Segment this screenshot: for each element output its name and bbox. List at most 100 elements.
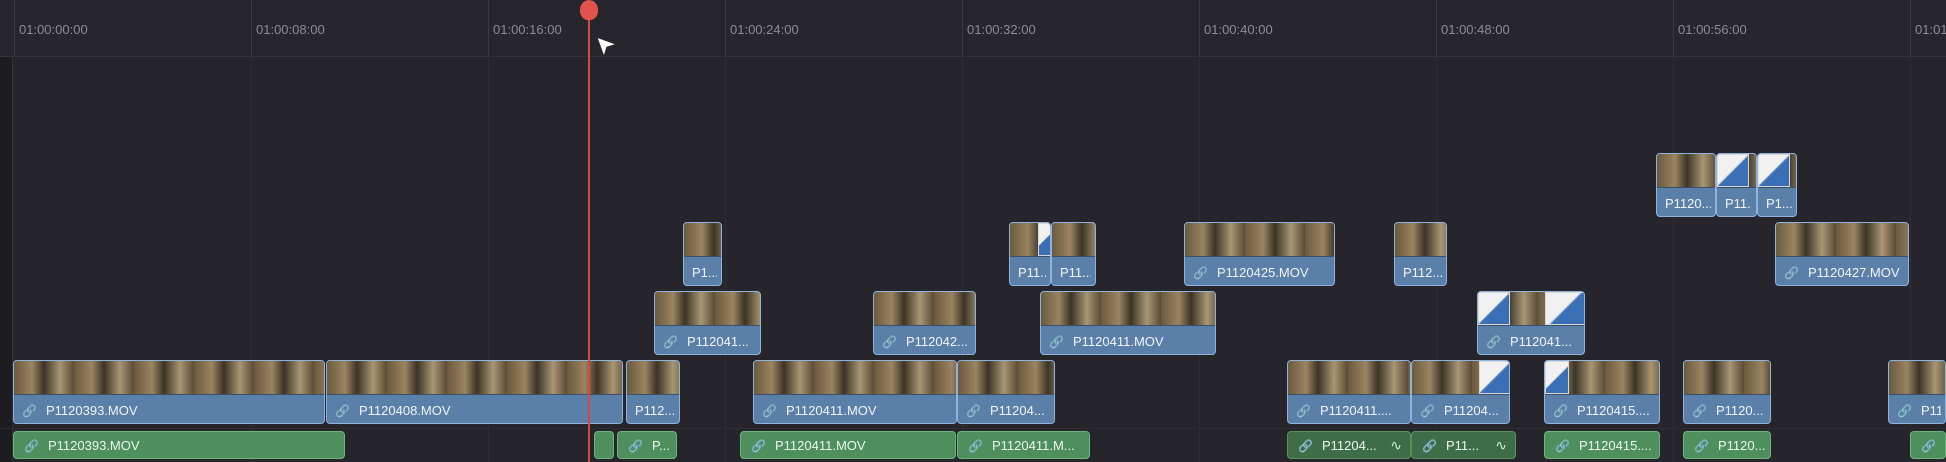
clip-label: P112...: [1403, 265, 1442, 280]
clip-thumbnails: [754, 361, 956, 395]
video-clip[interactable]: 🔗 P112041...: [654, 291, 761, 355]
clip-label: 🔗 P112042...: [882, 334, 971, 349]
link-icon: 🔗: [335, 404, 350, 418]
video-clip[interactable]: 🔗 P112042...: [873, 291, 976, 355]
audio-clip-name: P1120411.MOV: [775, 438, 866, 453]
clip-name: P1120...: [1716, 403, 1764, 418]
audio-clip[interactable]: 🔗 P1120415....: [1544, 431, 1660, 459]
ruler-timecode: 01:00:48:00: [1441, 22, 1510, 37]
playhead-handle[interactable]: [580, 0, 598, 20]
audio-clip[interactable]: [594, 431, 614, 459]
ruler-major-tick: [251, 0, 252, 56]
audio-track-separator: [0, 428, 1946, 429]
clip-thumbnails: [327, 361, 622, 395]
clip-thumbnails: [1684, 361, 1770, 395]
link-icon: 🔗: [1921, 439, 1936, 453]
audio-clip-name: P11...: [1446, 438, 1480, 453]
clip-name: P11...: [1921, 403, 1941, 418]
ruler-timecode: 01:00:56:00: [1678, 22, 1747, 37]
video-clip[interactable]: 🔗 P1120427.MOV: [1775, 222, 1909, 286]
clip-thumbnails: [1288, 361, 1410, 395]
clip-thumbnails: [1185, 223, 1334, 257]
link-icon: 🔗: [22, 404, 37, 418]
clip-thumbnails: [627, 361, 679, 395]
video-clip[interactable]: P1...: [683, 222, 722, 286]
video-clip[interactable]: P1...: [1757, 153, 1797, 217]
audio-clip[interactable]: 🔗 P11204... ∿: [1287, 431, 1411, 459]
video-clip[interactable]: P112...: [1394, 222, 1447, 286]
video-clip[interactable]: P1120...: [1656, 153, 1716, 217]
clip-label: 🔗 P112041...: [663, 334, 756, 349]
audio-clip-label: 🔗: [1921, 438, 1941, 453]
clip-thumbnails: [1395, 223, 1446, 257]
ruler-timecode: 01:01: [1915, 22, 1946, 37]
video-clip[interactable]: 🔗 P11204...: [1411, 360, 1510, 424]
transition-icon[interactable]: [1545, 292, 1584, 325]
transition-icon[interactable]: [1758, 154, 1790, 187]
ruler-timecode: 01:00:24:00: [730, 22, 799, 37]
video-clip[interactable]: 🔗 P1120411.MOV: [753, 360, 957, 424]
video-clip[interactable]: 🔗 P112041...: [1477, 291, 1585, 355]
clip-label: 🔗 P1120411.MOV: [762, 403, 952, 418]
audio-clip[interactable]: 🔗 P11... ∿: [1411, 431, 1516, 459]
video-clip[interactable]: 🔗 P1120411.MOV: [1040, 291, 1216, 355]
link-icon: 🔗: [1555, 439, 1570, 453]
audio-clip[interactable]: 🔗 P1120411.M...: [957, 431, 1090, 459]
transition-icon[interactable]: [1479, 361, 1509, 394]
link-icon: 🔗: [762, 404, 777, 418]
video-clip[interactable]: 🔗 P1120408.MOV: [326, 360, 623, 424]
video-clip[interactable]: 🔗 P1120415....: [1544, 360, 1660, 424]
video-clip[interactable]: 🔗 P11...: [1888, 360, 1946, 424]
clip-label: P11...: [1725, 196, 1752, 211]
clip-name: P112041...: [1510, 334, 1572, 349]
timeline[interactable]: 01:00:00:00 01:00:08:00 01:00:16:00 01:0…: [0, 0, 1946, 462]
ruler-timecode: 01:00:16:00: [493, 22, 562, 37]
video-clip[interactable]: P11...: [1051, 222, 1096, 286]
grid-line: [1673, 56, 1674, 462]
link-icon: 🔗: [1420, 404, 1435, 418]
link-icon: 🔗: [1422, 439, 1437, 453]
link-icon: 🔗: [1784, 266, 1799, 280]
link-icon: 🔗: [1049, 335, 1064, 349]
ruler-major-tick: [1673, 0, 1674, 56]
clip-name: P1120425.MOV: [1217, 265, 1309, 280]
link-icon: 🔗: [966, 404, 981, 418]
audio-clip[interactable]: 🔗 P1120393.MOV: [13, 431, 345, 459]
playhead-line[interactable]: [588, 10, 590, 462]
audio-clip[interactable]: 🔗 P1120411.MOV: [740, 431, 956, 459]
audio-clip-label: 🔗 P1120411.M...: [968, 438, 1085, 453]
timecode-ruler[interactable]: 01:00:00:00 01:00:08:00 01:00:16:00 01:0…: [0, 0, 1946, 57]
video-clip[interactable]: 🔗 P1120393.MOV: [13, 360, 325, 424]
transition-icon[interactable]: [1545, 361, 1569, 394]
transition-icon[interactable]: [1038, 223, 1050, 256]
clip-label: 🔗 P1120411.MOV: [1049, 334, 1211, 349]
transition-icon[interactable]: [1478, 292, 1510, 325]
clip-name: P1120393.MOV: [46, 403, 138, 418]
clip-label: P112...: [635, 403, 675, 418]
video-clip[interactable]: 🔗 P1120...: [1683, 360, 1771, 424]
audio-clip-label: 🔗 P1120...: [1694, 438, 1766, 453]
ruler-major-tick: [14, 0, 15, 56]
video-clip[interactable]: 🔗 P11204...: [957, 360, 1055, 424]
clip-thumbnails: [958, 361, 1054, 395]
audio-clip[interactable]: 🔗 P...: [617, 431, 677, 459]
video-clip[interactable]: P11...: [1716, 153, 1757, 217]
ruler-major-tick: [1436, 0, 1437, 56]
link-icon: 🔗: [1553, 404, 1568, 418]
audio-clip[interactable]: 🔗 P1120...: [1683, 431, 1771, 459]
ruler-major-tick: [1199, 0, 1200, 56]
ruler-major-tick: [1910, 0, 1911, 56]
clip-name: P11204...: [990, 403, 1045, 418]
clip-name: P1120408.MOV: [359, 403, 451, 418]
video-clip[interactable]: 🔗 P1120425.MOV: [1184, 222, 1335, 286]
clip-thumbnails: [1776, 223, 1908, 257]
video-clip[interactable]: 🔗 P1120411....: [1287, 360, 1411, 424]
clip-thumbnails: [874, 292, 975, 326]
audio-clip[interactable]: 🔗: [1910, 431, 1946, 459]
transition-icon[interactable]: [1717, 154, 1749, 187]
video-clip[interactable]: P11...: [1009, 222, 1051, 286]
clip-label: 🔗 P1120425.MOV: [1193, 265, 1330, 280]
video-clip[interactable]: P112...: [626, 360, 680, 424]
clip-thumbnails: [684, 223, 721, 257]
audio-clip-label: 🔗 P1120415....: [1555, 438, 1655, 453]
